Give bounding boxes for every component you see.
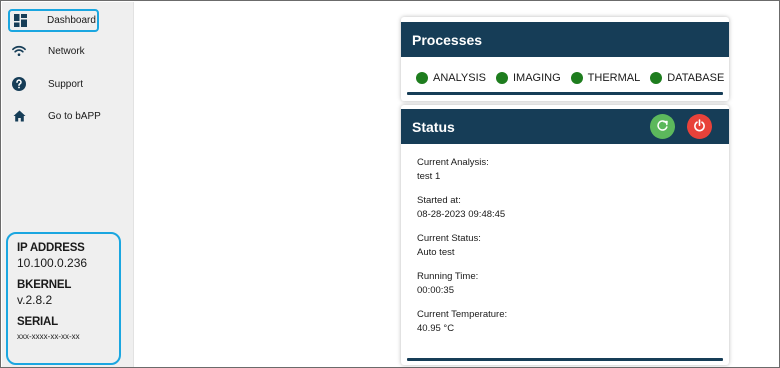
sidebar-item-dashboard[interactable]: Dashboard (8, 9, 99, 32)
field-value: test 1 (417, 171, 441, 182)
process-thermal: THERMAL (570, 72, 641, 84)
sidebar-item-network[interactable]: Network (8, 40, 128, 62)
process-database: DATABASE (650, 72, 724, 84)
process-imaging: IMAGING (496, 72, 561, 84)
divider (407, 358, 723, 361)
processes-header: Processes (401, 22, 729, 57)
process-name: ANALYSIS (433, 72, 486, 84)
status-header: Status (401, 109, 729, 144)
sidebar: Dashboard Network Support Go to bAPP IP … (2, 2, 134, 367)
current-temperature-field: Current Temperature: 40.95 °C (417, 308, 729, 335)
status-dot-icon (650, 72, 663, 84)
kernel-label: BKERNEL (17, 279, 72, 291)
current-status-field: Current Status: Auto test (417, 232, 729, 259)
field-value: Auto test (417, 247, 455, 258)
help-icon (12, 77, 26, 91)
field-value: 40.95 °C (417, 323, 455, 334)
status-card: Status Current Analysis: test 1 Started … (401, 105, 729, 365)
field-label: Current Temperature: (417, 309, 508, 320)
status-details: Current Analysis: test 1 Started at: 08-… (401, 144, 729, 335)
process-name: DATABASE (667, 72, 725, 84)
refresh-icon (656, 119, 669, 135)
field-label: Running Time: (417, 271, 479, 282)
home-icon (12, 109, 26, 123)
serial-label: SERIAL (17, 316, 58, 328)
ip-address-value: 10.100.0.236 (17, 256, 88, 270)
sidebar-item-label: Network (48, 45, 85, 57)
app-window: Dashboard Network Support Go to bAPP IP … (0, 0, 780, 368)
process-analysis: ANALYSIS (416, 72, 486, 84)
dashboard-icon (13, 14, 27, 28)
processes-title: Processes (412, 31, 483, 48)
sidebar-item-label: Go to bAPP (48, 110, 101, 122)
sidebar-item-go-to-bapp[interactable]: Go to bAPP (8, 105, 128, 127)
processes-card: Processes ANALYSIS IMAGING THERMAL DATAB… (401, 17, 729, 101)
power-icon (693, 118, 706, 135)
started-at-field: Started at: 08-28-2023 09:48:45 (417, 194, 729, 221)
process-name: IMAGING (513, 72, 561, 84)
status-dot-icon (570, 72, 583, 84)
kernel-version-value: v.2.8.2 (17, 293, 53, 307)
status-dot-icon (496, 72, 508, 84)
sidebar-item-label: Support (48, 78, 84, 90)
field-label: Current Status: (417, 233, 481, 244)
sidebar-item-label: Dashboard (47, 15, 96, 26)
refresh-button[interactable] (650, 114, 675, 139)
power-button[interactable] (687, 114, 712, 139)
current-analysis-field: Current Analysis: test 1 (417, 156, 729, 183)
field-label: Current Analysis: (417, 157, 489, 168)
divider (407, 92, 723, 95)
field-label: Started at: (417, 195, 461, 206)
status-title: Status (412, 118, 455, 135)
status-dot-icon (416, 72, 428, 84)
field-value: 00:00:35 (417, 285, 454, 296)
ip-address-label: IP ADDRESS (17, 242, 85, 254)
wifi-icon (12, 44, 26, 58)
sidebar-item-support[interactable]: Support (8, 73, 128, 95)
process-list: ANALYSIS IMAGING THERMAL DATABASE (401, 57, 729, 84)
process-name: THERMAL (587, 72, 641, 84)
running-time-field: Running Time: 00:00:35 (417, 270, 729, 297)
device-info-panel: IP ADDRESS 10.100.0.236 BKERNEL v.2.8.2 … (6, 232, 121, 365)
field-value: 08-28-2023 09:48:45 (417, 209, 506, 220)
serial-value: xxx-xxxx-xx-xx-xx (17, 332, 80, 341)
